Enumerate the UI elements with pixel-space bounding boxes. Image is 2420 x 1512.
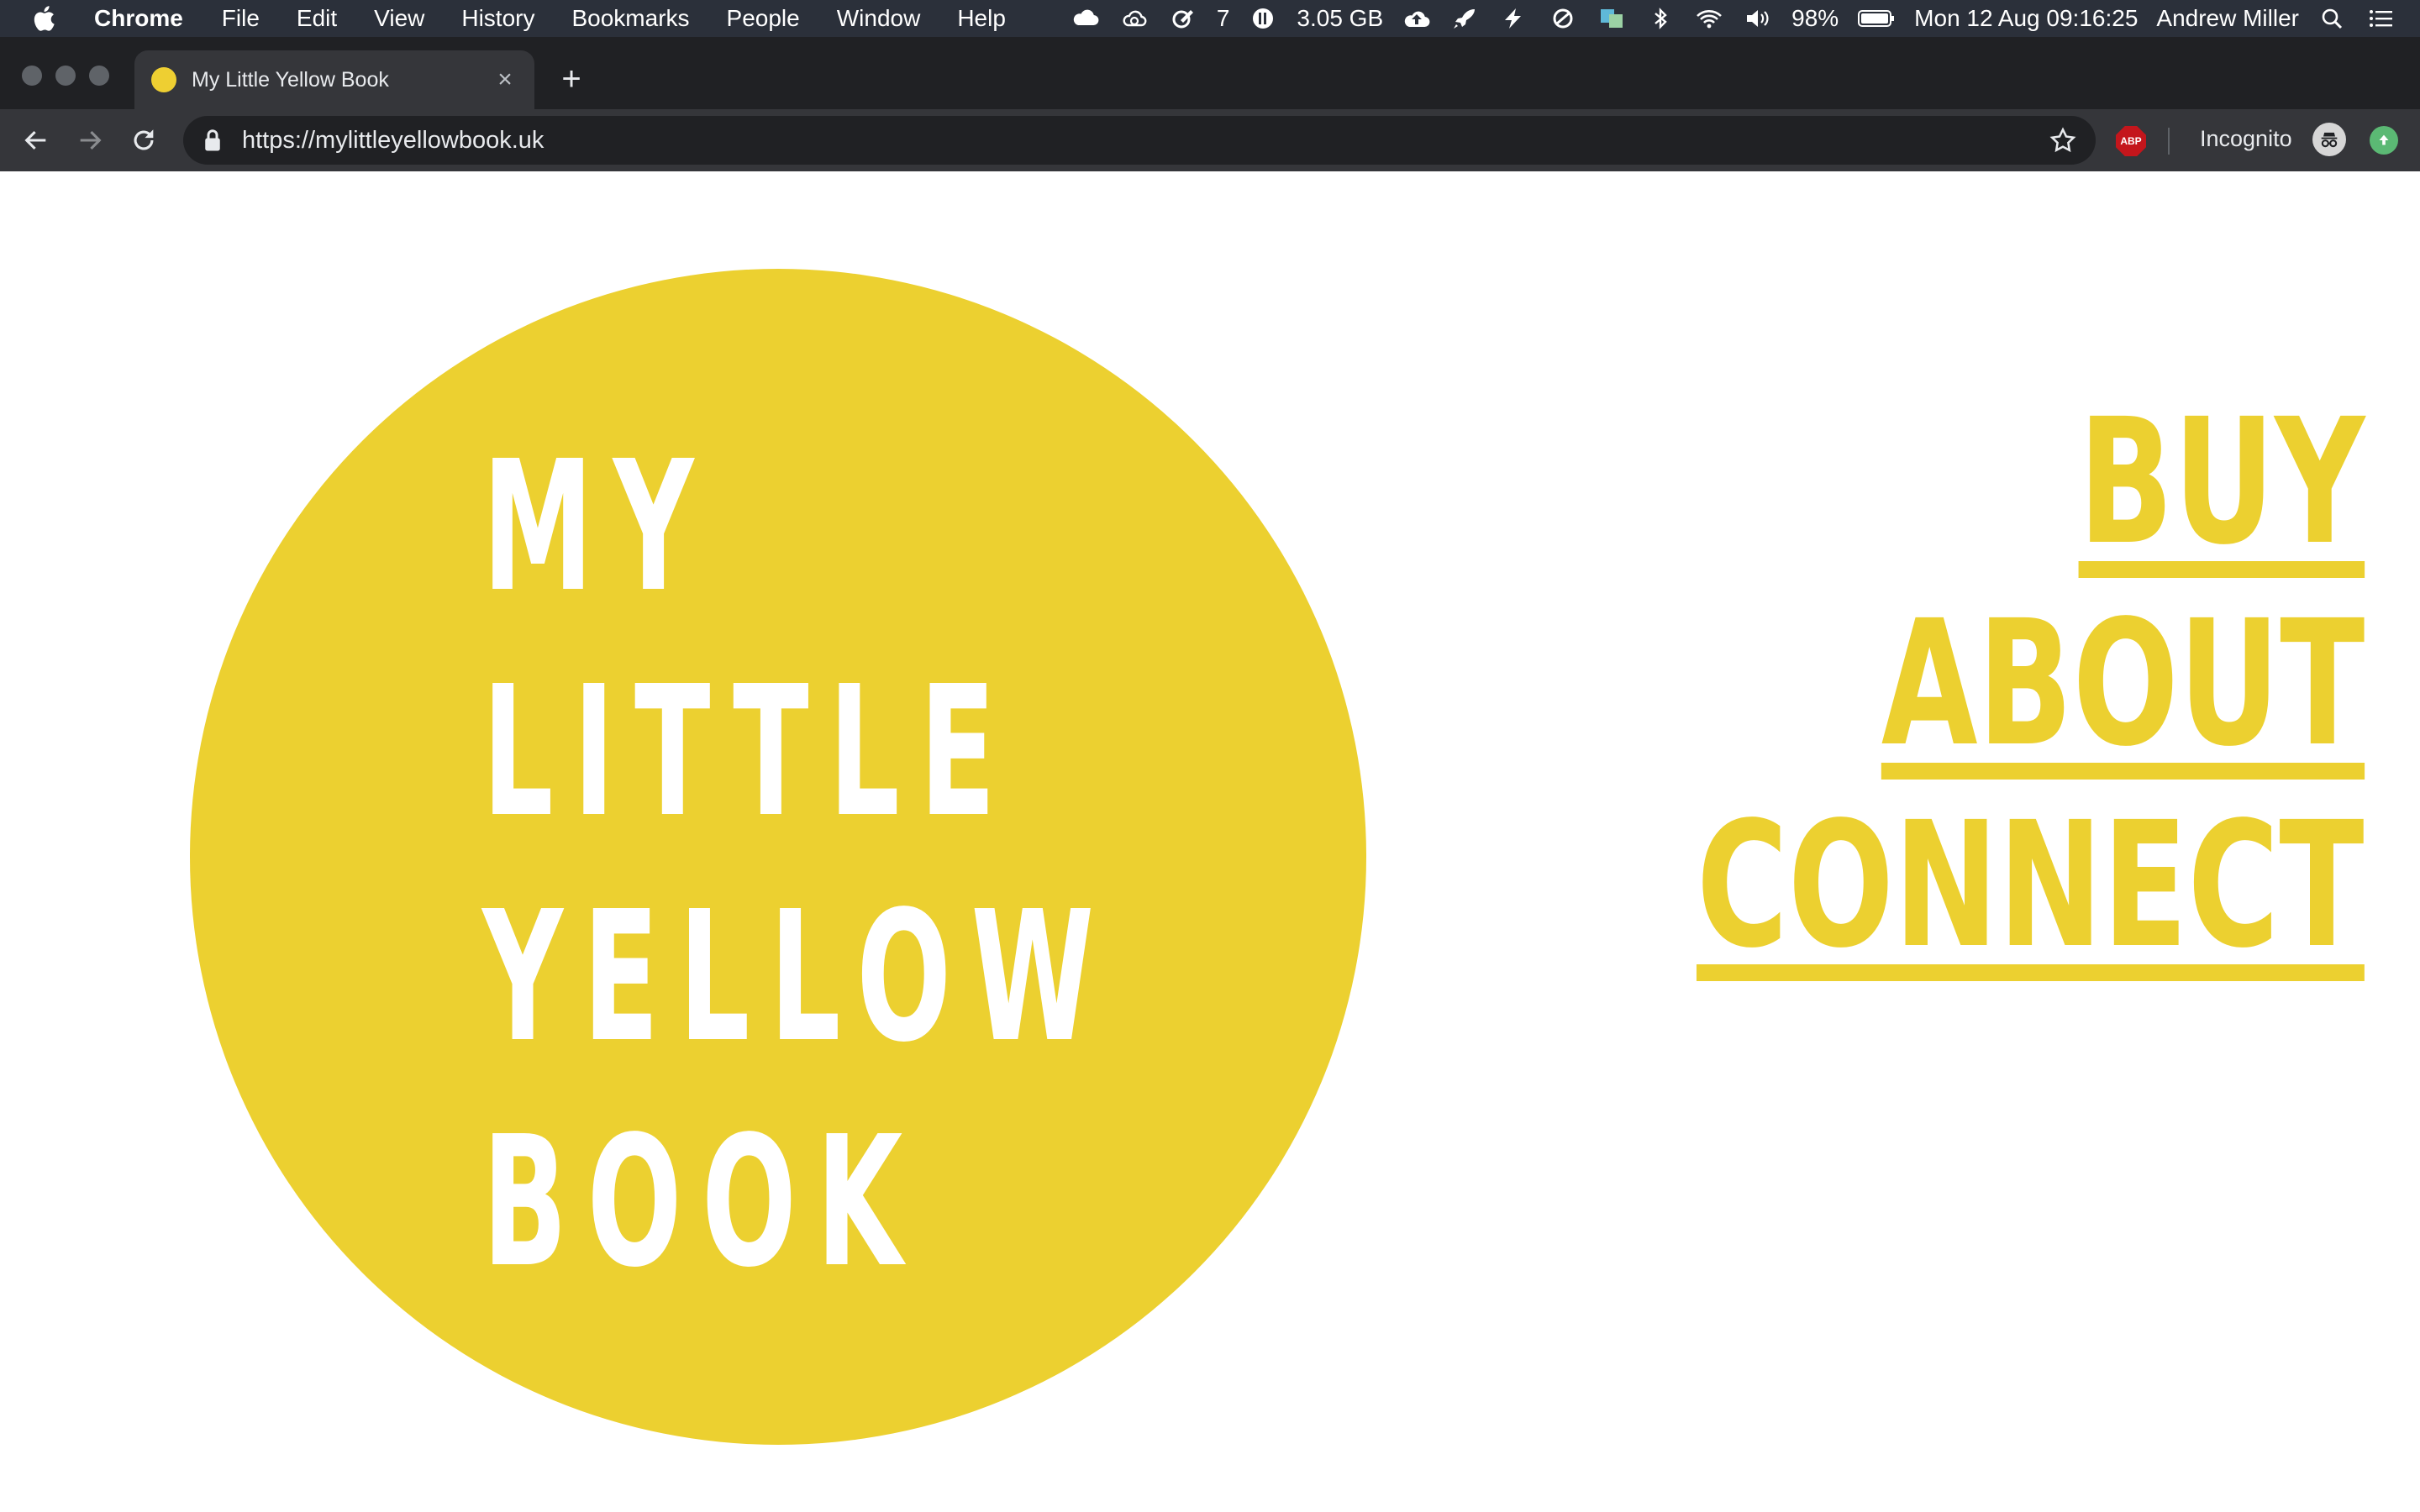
wifi-icon[interactable] [1694,6,1724,31]
incognito-icon[interactable] [2312,123,2346,156]
adblock-plus-icon[interactable]: ABP [2116,126,2146,156]
window-minimize-button[interactable] [55,66,76,86]
sync-count: 7 [1216,5,1230,31]
nav-connect-link[interactable]: CONNECT [1697,799,2365,981]
new-tab-button[interactable]: + [555,62,588,96]
user-name[interactable]: Andrew Miller [2156,5,2299,32]
address-bar[interactable]: https://mylittleyellowbook.uk [183,116,2096,165]
menu-help[interactable]: Help [957,5,1006,32]
battery-icon[interactable] [1857,6,1896,31]
web-page: MY LITTLE YELLOW BOOK BUY ABOUT CONNECT [0,171,2420,1512]
cloud-icon[interactable] [1071,6,1101,31]
translate-icon[interactable] [1597,6,1627,31]
back-button[interactable] [17,121,55,160]
nav-about-link[interactable]: ABOUT [1881,597,2365,780]
menu-history[interactable]: History [461,5,534,32]
reload-button[interactable] [124,121,163,160]
tab-close-button[interactable]: × [492,66,518,94]
notification-center-icon[interactable] [2366,6,2396,31]
tab-title: My Little Yellow Book [192,67,389,92]
browser-toolbar: https://mylittleyellowbook.uk ABP Incogn… [0,109,2420,171]
menu-bookmarks[interactable]: Bookmarks [571,5,689,32]
url-text[interactable]: https://mylittleyellowbook.uk [242,127,544,155]
macos-menu-bar: Chrome File Edit View History Bookmarks … [0,0,2420,37]
upload-cloud-icon[interactable] [1402,6,1432,31]
window-close-button[interactable] [22,66,42,86]
lock-icon[interactable] [202,128,224,153]
site-title-line-1: MY [482,423,714,632]
battery-percent[interactable]: 98% [1791,5,1839,32]
bolt-icon[interactable] [1499,6,1529,31]
creative-cloud-icon[interactable] [1119,6,1150,31]
tab-active[interactable]: My Little Yellow Book × [134,50,534,109]
toolbar-divider [2168,128,2170,155]
site-favicon [151,67,176,92]
forward-button[interactable] [71,121,109,160]
site-title-line-4: BOOK [482,1098,923,1307]
menu-app-name[interactable]: Chrome [94,5,183,32]
menu-window[interactable]: Window [837,5,921,32]
update-arrow-icon[interactable] [2370,126,2398,155]
menu-view[interactable]: View [374,5,424,32]
menu-people[interactable]: People [727,5,800,32]
volume-icon[interactable] [1743,6,1773,31]
window-zoom-button[interactable] [89,66,109,86]
spotlight-search-icon[interactable] [2317,6,2348,31]
clock[interactable]: Mon 12 Aug 09:16:25 [1914,5,2138,32]
site-title-line-3: YELLOW [482,873,1114,1082]
ring-icon[interactable] [1548,6,1578,31]
bluetooth-icon[interactable] [1645,6,1676,31]
apple-icon[interactable] [32,3,59,34]
memory-readout[interactable]: 3.05 GB [1297,5,1383,32]
nav-buy-link[interactable]: BUY [2078,396,2365,578]
bookmark-star-icon[interactable] [2049,126,2077,155]
site-title-line-2: LITTLE [482,648,1016,857]
menu-file[interactable]: File [222,5,260,32]
site-title: MY LITTLE YELLOW BOOK [482,415,1114,1315]
incognito-label[interactable]: Incognito [2200,126,2292,152]
site-nav: BUY ABOUT CONNECT [1437,396,2365,1003]
sync-icon[interactable] [1168,6,1198,31]
istat-icon[interactable] [1248,6,1278,31]
menu-edit[interactable]: Edit [297,5,337,32]
rocket-icon[interactable] [1450,6,1481,31]
